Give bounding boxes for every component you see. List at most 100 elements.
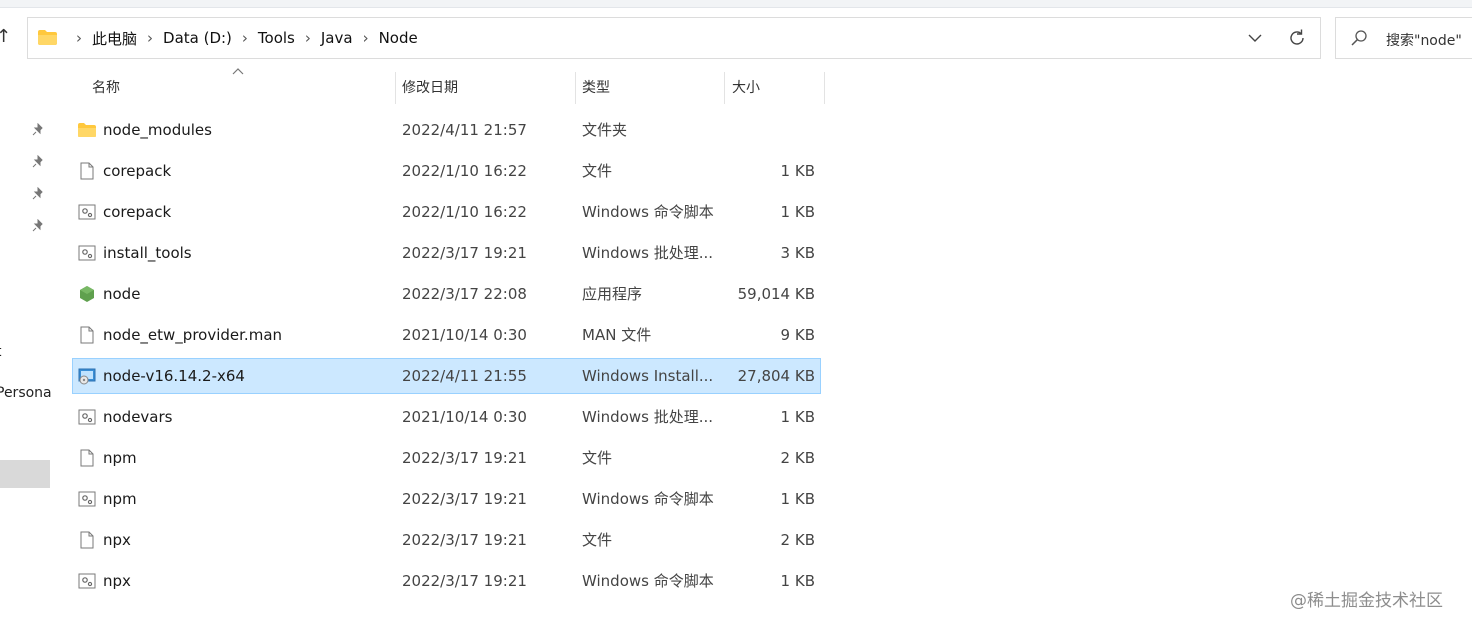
refresh-icon[interactable] (1286, 27, 1308, 49)
file-type: 文件夹 (582, 121, 628, 139)
file-row[interactable]: corepack 2022/1/10 16:22 Windows 命令脚本 1 … (73, 195, 820, 229)
file-row[interactable]: npx 2022/3/17 19:21 文件 2 KB (73, 523, 820, 557)
file-name: npx (103, 572, 131, 590)
file-name: npm (103, 490, 137, 508)
search-icon (1351, 30, 1367, 46)
file-size: 9 KB (780, 326, 815, 344)
file-name: install_tools (103, 244, 192, 262)
file-row[interactable]: node_etw_provider.man 2021/10/14 0:30 MA… (73, 318, 820, 352)
address-bar[interactable]: › 此电脑 › Data (D:) › Tools › Java › Node (27, 17, 1321, 59)
nav-item-label[interactable]: t (0, 344, 2, 360)
file-size: 3 KB (780, 244, 815, 262)
blank-file-icon (80, 449, 94, 467)
folder-icon (38, 30, 57, 45)
blank-file-icon (80, 162, 94, 180)
script-file-icon (78, 409, 96, 425)
chevron-right-icon[interactable]: › (147, 29, 153, 47)
column-divider[interactable] (395, 72, 396, 104)
file-type: Windows 批处理... (582, 408, 714, 426)
file-name: npm (103, 449, 137, 467)
pin-icon[interactable] (31, 219, 45, 233)
chevron-right-icon[interactable]: › (242, 29, 248, 47)
up-arrow-icon[interactable]: ↑ (0, 26, 11, 47)
file-name: nodevars (103, 408, 173, 426)
file-name: corepack (103, 162, 172, 180)
file-type: Windows Install... (582, 367, 714, 385)
breadcrumb-item[interactable]: 此电脑 (92, 28, 137, 49)
file-row[interactable]: npx 2022/3/17 19:21 Windows 命令脚本 1 KB (73, 564, 820, 598)
script-file-icon (78, 573, 96, 589)
navigation-pane: t Persona (0, 60, 52, 627)
column-size-header[interactable]: 大小 (732, 72, 760, 104)
pin-icon[interactable] (31, 155, 45, 169)
file-row[interactable]: npm 2022/3/17 19:21 文件 2 KB (73, 441, 820, 475)
file-name: node_etw_provider.man (103, 326, 283, 344)
file-date: 2022/1/10 16:22 (402, 162, 527, 180)
breadcrumb-item[interactable]: Node (379, 29, 418, 47)
file-date: 2022/3/17 19:21 (402, 449, 527, 467)
file-date: 2022/3/17 19:21 (402, 490, 527, 508)
file-row[interactable]: nodevars 2021/10/14 0:30 Windows 批处理... … (73, 400, 820, 434)
file-size: 27,804 KB (737, 367, 815, 385)
script-file-icon (78, 245, 96, 261)
file-row[interactable]: npm 2022/3/17 19:21 Windows 命令脚本 1 KB (73, 482, 820, 516)
blank-file-icon (80, 531, 94, 549)
file-size: 59,014 KB (737, 285, 815, 303)
file-type: 文件 (582, 449, 613, 467)
chevron-right-icon[interactable]: › (76, 29, 82, 47)
column-header: 名称 修改日期 类型 大小 (0, 72, 825, 104)
file-type: Windows 命令脚本 (582, 490, 714, 508)
breadcrumb-item[interactable]: Data (D:) (163, 29, 232, 47)
breadcrumb-item[interactable]: Tools (258, 29, 295, 47)
file-name: node (103, 285, 141, 303)
search-box[interactable]: 搜索"node" (1335, 17, 1472, 59)
file-name: npx (103, 531, 131, 549)
file-row[interactable]: corepack 2022/1/10 16:22 文件 1 KB (73, 154, 820, 188)
file-name: node-v16.14.2-x64 (103, 367, 245, 385)
file-type: Windows 批处理... (582, 244, 714, 262)
file-size: 2 KB (780, 449, 815, 467)
file-name: corepack (103, 203, 172, 221)
breadcrumb: › 此电脑 › Data (D:) › Tools › Java › Node (66, 18, 418, 58)
column-name-header[interactable]: 名称 (92, 72, 120, 104)
file-date: 2021/10/14 0:30 (402, 326, 527, 344)
file-size: 1 KB (780, 490, 815, 508)
column-type-header[interactable]: 类型 (582, 72, 610, 104)
file-type: Windows 命令脚本 (582, 572, 714, 590)
column-date-header[interactable]: 修改日期 (402, 72, 458, 104)
column-divider[interactable] (575, 72, 576, 104)
pin-icon[interactable] (31, 187, 45, 201)
blank-file-icon (80, 326, 94, 344)
watermark: @稀土掘金技术社区 (1290, 591, 1443, 611)
nav-item-selected[interactable] (0, 460, 50, 488)
chevron-down-icon[interactable] (1245, 28, 1265, 48)
title-strip (0, 0, 1472, 8)
file-row[interactable]: node 2022/3/17 22:08 应用程序 59,014 KB (73, 277, 820, 311)
column-divider[interactable] (724, 72, 725, 104)
column-divider[interactable] (824, 72, 825, 104)
file-size: 2 KB (780, 531, 815, 549)
chevron-right-icon[interactable]: › (305, 29, 311, 47)
file-date: 2022/1/10 16:22 (402, 203, 527, 221)
file-date: 2022/4/11 21:55 (402, 367, 527, 385)
file-row[interactable]: install_tools 2022/3/17 19:21 Windows 批处… (73, 236, 820, 270)
file-size: 1 KB (780, 572, 815, 590)
file-size: 1 KB (780, 408, 815, 426)
file-date: 2022/3/17 22:08 (402, 285, 527, 303)
file-date: 2022/3/17 19:21 (402, 572, 527, 590)
file-type: 文件 (582, 531, 613, 549)
pin-icon[interactable] (31, 123, 45, 137)
file-size: 1 KB (780, 203, 815, 221)
nav-item-label[interactable]: Persona (0, 385, 52, 401)
file-type: 文件 (582, 162, 613, 180)
file-size: 1 KB (780, 162, 815, 180)
file-row[interactable]: node_modules 2022/4/11 21:57 文件夹 (73, 113, 820, 147)
breadcrumb-item[interactable]: Java (321, 29, 353, 47)
file-type: MAN 文件 (582, 326, 652, 344)
file-date: 2022/3/17 19:21 (402, 531, 527, 549)
chevron-right-icon[interactable]: › (363, 29, 369, 47)
search-input[interactable]: 搜索"node" (1386, 30, 1462, 50)
file-date: 2022/3/17 19:21 (402, 244, 527, 262)
file-row-selected[interactable]: node-v16.14.2-x64 2022/4/11 21:55 Window… (72, 358, 821, 394)
nodejs-app-icon (80, 286, 94, 302)
